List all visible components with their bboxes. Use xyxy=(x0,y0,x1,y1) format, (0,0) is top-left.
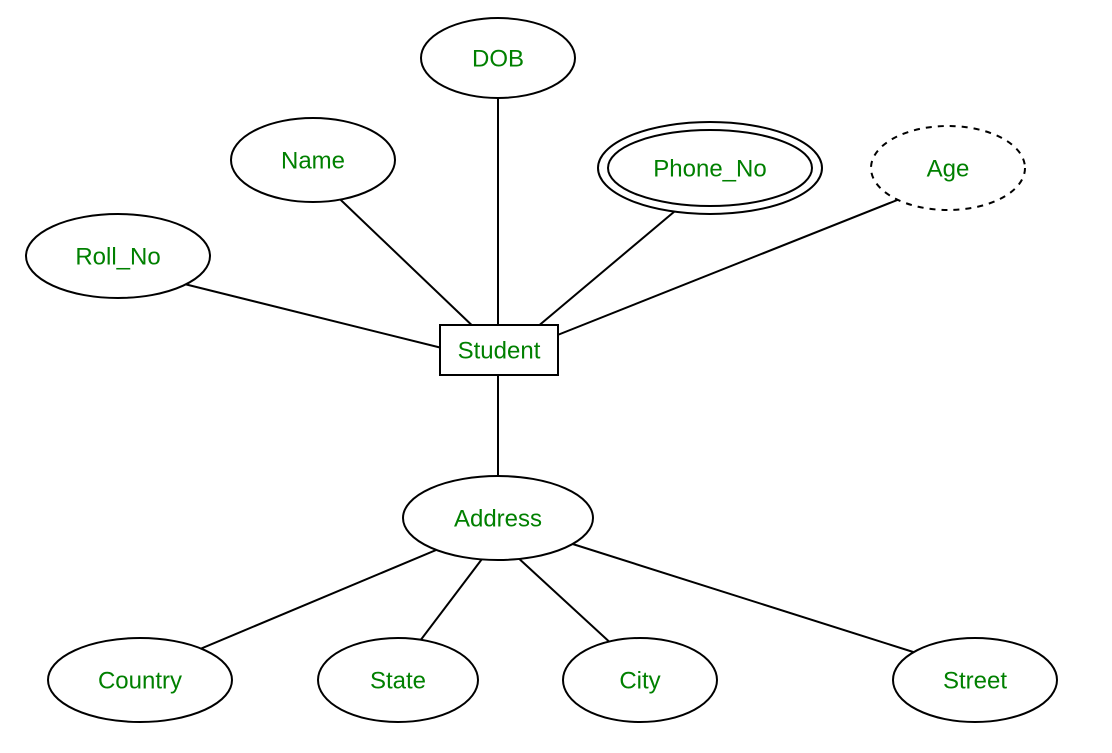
attr-label: Country xyxy=(98,667,182,694)
attr-name: Name xyxy=(231,118,395,202)
entity-student: Student xyxy=(440,325,558,375)
attr-label: Phone_No xyxy=(653,155,766,182)
attr-label: Roll_No xyxy=(75,243,160,270)
attr-label: Age xyxy=(927,155,970,182)
attr-city: City xyxy=(563,638,717,722)
attr-address: Address xyxy=(403,476,593,560)
attr-label: Address xyxy=(454,505,542,532)
attr-age: Age xyxy=(871,126,1025,210)
attr-label: City xyxy=(619,667,660,694)
attr-country: Country xyxy=(48,638,232,722)
attr-dob: DOB xyxy=(421,18,575,98)
attr-label: Street xyxy=(943,667,1007,694)
edge-student-name xyxy=(322,182,480,333)
attr-label: State xyxy=(370,667,426,694)
attr-roll-no: Roll_No xyxy=(26,214,210,298)
attr-phone-no: Phone_No xyxy=(598,122,822,214)
attr-label: Name xyxy=(281,147,345,174)
attr-street: Street xyxy=(893,638,1057,722)
er-diagram: Student DOB Name Phone_No Age Roll_No Ad… xyxy=(0,0,1112,753)
entity-label: Student xyxy=(458,337,541,364)
attr-label: DOB xyxy=(472,45,524,72)
attr-state: State xyxy=(318,638,478,722)
